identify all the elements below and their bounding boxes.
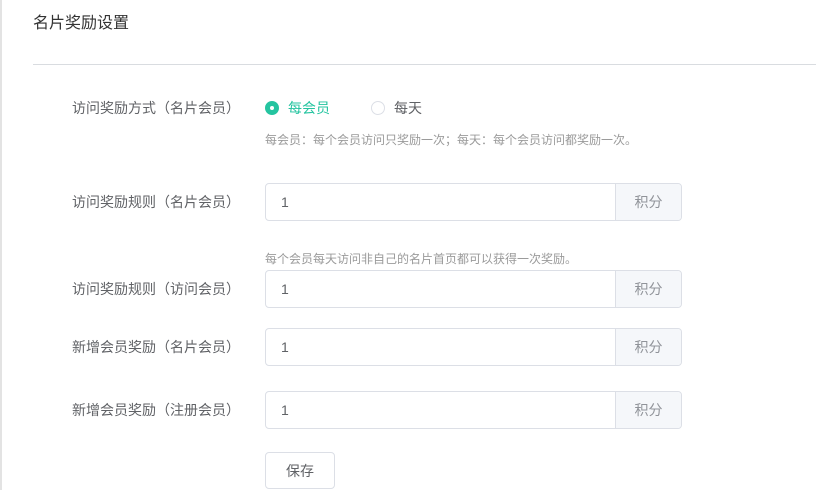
field-label: 新增会员奖励（注册会员） (33, 400, 265, 420)
points-unit-addon: 积分 (615, 392, 681, 428)
reward-settings-panel: 名片奖励设置 访问奖励方式（名片会员） 每会员 每天 每会员：每个会员访问只奖励… (0, 0, 820, 489)
radio-label: 每会员 (288, 98, 330, 118)
visit-reward-mode-radio-group: 每会员 每天 (265, 98, 422, 118)
field-label: 访问奖励规则（访问会员） (33, 279, 265, 299)
form-row-visit-reward-card-member: 访问奖励规则（名片会员） 积分 (33, 183, 816, 221)
form-row-visit-reward-visit-member: 访问奖励规则（访问会员） 积分 (33, 270, 816, 308)
panel-left-border (0, 0, 2, 490)
field-label: 访问奖励规则（名片会员） (33, 192, 265, 212)
input-group: 积分 (265, 391, 682, 429)
form-row-visit-reward-mode: 访问奖励方式（名片会员） 每会员 每天 (33, 98, 816, 118)
new-member-reward-card-member-input[interactable] (266, 329, 615, 365)
radio-unselected-icon (371, 101, 385, 115)
radio-selected-icon (265, 101, 279, 115)
new-member-reward-register-member-input[interactable] (266, 392, 615, 428)
field-label: 访问奖励方式（名片会员） (33, 98, 265, 118)
points-unit-addon: 积分 (615, 184, 681, 220)
divider (33, 64, 816, 65)
form-row-new-member-reward-card-member: 新增会员奖励（名片会员） 积分 (33, 328, 816, 366)
input-group: 积分 (265, 270, 682, 308)
button-row: 保存 (265, 452, 816, 489)
page-title: 名片奖励设置 (33, 13, 816, 35)
visit-reward-card-member-input[interactable] (266, 184, 615, 220)
radio-per-member[interactable]: 每会员 (265, 98, 330, 118)
save-button[interactable]: 保存 (265, 452, 335, 489)
points-unit-addon: 积分 (615, 329, 681, 365)
radio-per-day[interactable]: 每天 (371, 98, 422, 118)
visit-reward-mode-helper-text: 每会员：每个会员访问只奖励一次；每天：每个会员访问都奖励一次。 (265, 132, 816, 149)
form-row-new-member-reward-register-member: 新增会员奖励（注册会员） 积分 (33, 391, 816, 429)
input-group: 积分 (265, 183, 682, 221)
points-unit-addon: 积分 (615, 271, 681, 307)
input-group: 积分 (265, 328, 682, 366)
visit-reward-visit-member-input[interactable] (266, 271, 615, 307)
visit-reward-visit-member-helper-text: 每个会员每天访问非自己的名片首页都可以获得一次奖励。 (265, 251, 816, 268)
field-label: 新增会员奖励（名片会员） (33, 337, 265, 357)
radio-label: 每天 (394, 98, 422, 118)
